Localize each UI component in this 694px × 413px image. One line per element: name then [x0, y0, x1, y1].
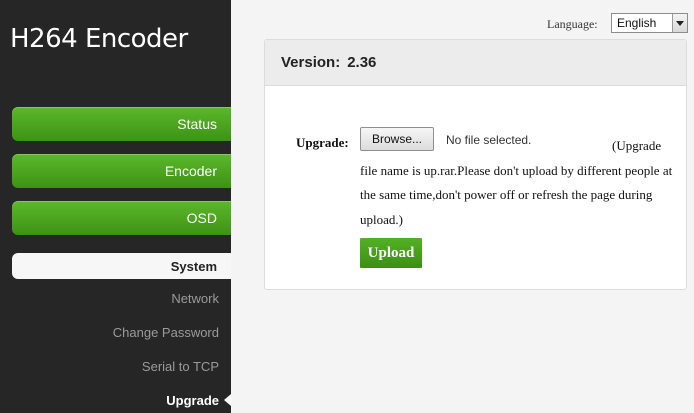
nav-status-button[interactable]: Status	[12, 107, 231, 141]
chevron-down-icon[interactable]	[672, 14, 687, 32]
nav-upgrade-item[interactable]: Upgrade	[12, 389, 219, 411]
upgrade-card: Version: 2.36 Upgrade: (Upgrade file nam…	[264, 39, 687, 290]
language-label: Language:	[547, 17, 598, 31]
version-label: Version:	[281, 54, 341, 71]
upgrade-label: Upgrade:	[296, 135, 349, 150]
sidebar: H264 Encoder Status Encoder OSD System N…	[0, 0, 231, 413]
upload-button[interactable]: Upload	[360, 238, 422, 268]
version-header: Version: 2.36	[265, 40, 686, 86]
browse-button[interactable]: Browse...	[360, 127, 434, 151]
active-indicator-icon	[224, 394, 231, 406]
nav-system-item[interactable]: System	[12, 253, 231, 279]
main-content: Language: English Version: 2.36 Upgrade:…	[231, 0, 694, 413]
app-title: H264 Encoder	[10, 24, 188, 54]
nav-change-password-item[interactable]: Change Password	[12, 321, 219, 343]
nav-serial-to-tcp-item[interactable]: Serial to TCP	[12, 355, 219, 377]
nav-network-item[interactable]: Network	[12, 287, 219, 309]
nav-encoder-button[interactable]: Encoder	[12, 154, 231, 188]
language-selected-value: English	[617, 16, 657, 30]
version-value: 2.36	[347, 54, 377, 71]
nav-osd-button[interactable]: OSD	[12, 201, 231, 235]
file-status-text: No file selected.	[446, 133, 532, 147]
language-select[interactable]: English	[611, 13, 688, 33]
